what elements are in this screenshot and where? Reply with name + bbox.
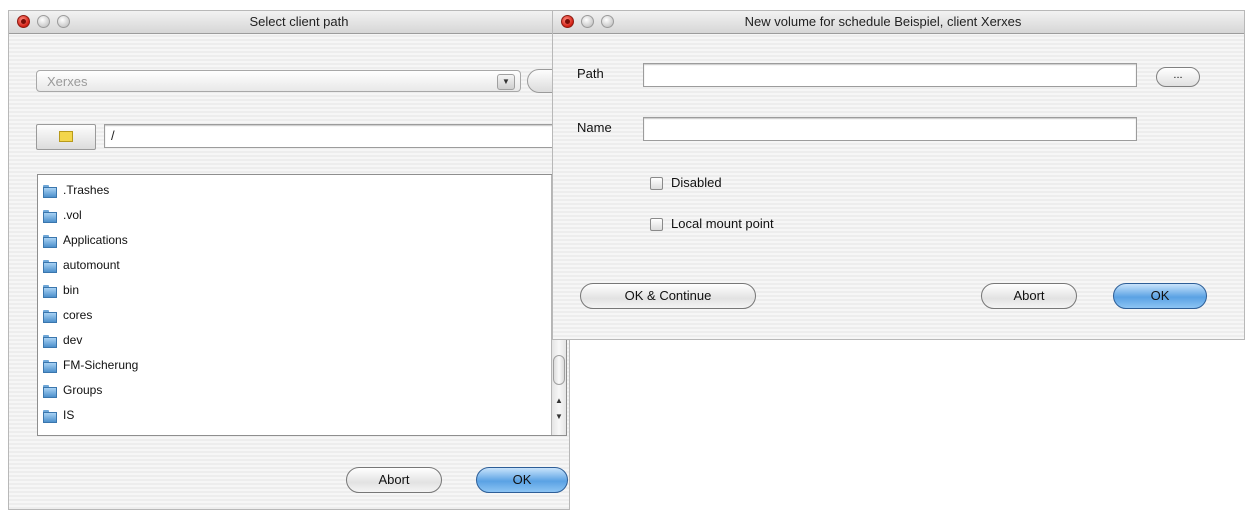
name-field[interactable]: [643, 117, 1137, 141]
name-label: Name: [577, 120, 612, 135]
scroll-up-icon[interactable]: ▲: [552, 395, 566, 407]
chevron-down-icon: ▼: [497, 74, 515, 90]
browse-button[interactable]: ...: [1156, 67, 1200, 87]
scrollbar-track-lower: [553, 355, 565, 385]
folder-icon: [43, 410, 57, 423]
folder-icon: [43, 235, 57, 248]
folder-icon: [43, 185, 57, 198]
window-title: New volume for schedule Beispiel, client…: [744, 14, 1022, 29]
folder-icon: [43, 260, 57, 273]
folder-list[interactable]: .Trashes .vol Applications automount bin…: [37, 174, 567, 436]
abort-button[interactable]: Abort: [981, 283, 1077, 309]
title-bar: New volume for schedule Beispiel, client…: [553, 11, 1244, 34]
select-client-path-window: Select client path Xerxes ▼ / .Trashes .…: [8, 10, 570, 510]
ok-button[interactable]: OK: [1113, 283, 1207, 309]
new-volume-window: New volume for schedule Beispiel, client…: [552, 10, 1245, 340]
folder-icon: [43, 385, 57, 398]
minimize-window-icon[interactable]: [581, 15, 594, 28]
folder-up-icon: [59, 131, 73, 142]
folder-icon: [43, 335, 57, 348]
folder-name: .Trashes: [63, 183, 110, 197]
client-select-value: Xerxes: [47, 74, 88, 89]
window-title: Select client path: [249, 14, 349, 29]
close-window-icon[interactable]: [17, 15, 30, 28]
path-input-value: /: [111, 128, 115, 143]
local-mount-point-checkbox[interactable]: [650, 218, 663, 231]
title-bar: Select client path: [9, 11, 569, 34]
zoom-window-icon[interactable]: [601, 15, 614, 28]
abort-button[interactable]: Abort: [346, 467, 442, 493]
path-field[interactable]: [643, 63, 1137, 87]
folder-name: FM-Sicherung: [63, 358, 139, 372]
folder-icon: [43, 285, 57, 298]
folder-name: Applications: [63, 233, 128, 247]
folder-icon: [43, 360, 57, 373]
path-label: Path: [577, 66, 604, 81]
folder-name: dev: [63, 333, 83, 347]
disabled-label: Disabled: [671, 175, 722, 190]
folder-name: automount: [63, 258, 120, 272]
folder-name: .vol: [63, 208, 82, 222]
folder-name: bin: [63, 283, 80, 297]
folder-icon: [43, 210, 57, 223]
disabled-checkbox[interactable]: [650, 177, 663, 190]
close-window-icon[interactable]: [561, 15, 574, 28]
scroll-down-icon[interactable]: ▼: [552, 411, 566, 423]
path-input[interactable]: /: [104, 124, 569, 148]
ok-button[interactable]: OK: [476, 467, 568, 493]
local-mount-point-label: Local mount point: [671, 216, 774, 231]
minimize-window-icon[interactable]: [37, 15, 50, 28]
folder-name: IS: [63, 408, 75, 422]
folder-name: Groups: [63, 383, 103, 397]
client-select[interactable]: Xerxes ▼: [36, 70, 521, 92]
folder-icon: [43, 310, 57, 323]
ok-continue-button[interactable]: OK & Continue: [580, 283, 756, 309]
zoom-window-icon[interactable]: [57, 15, 70, 28]
parent-folder-button[interactable]: [36, 124, 96, 150]
folder-name: cores: [63, 308, 93, 322]
